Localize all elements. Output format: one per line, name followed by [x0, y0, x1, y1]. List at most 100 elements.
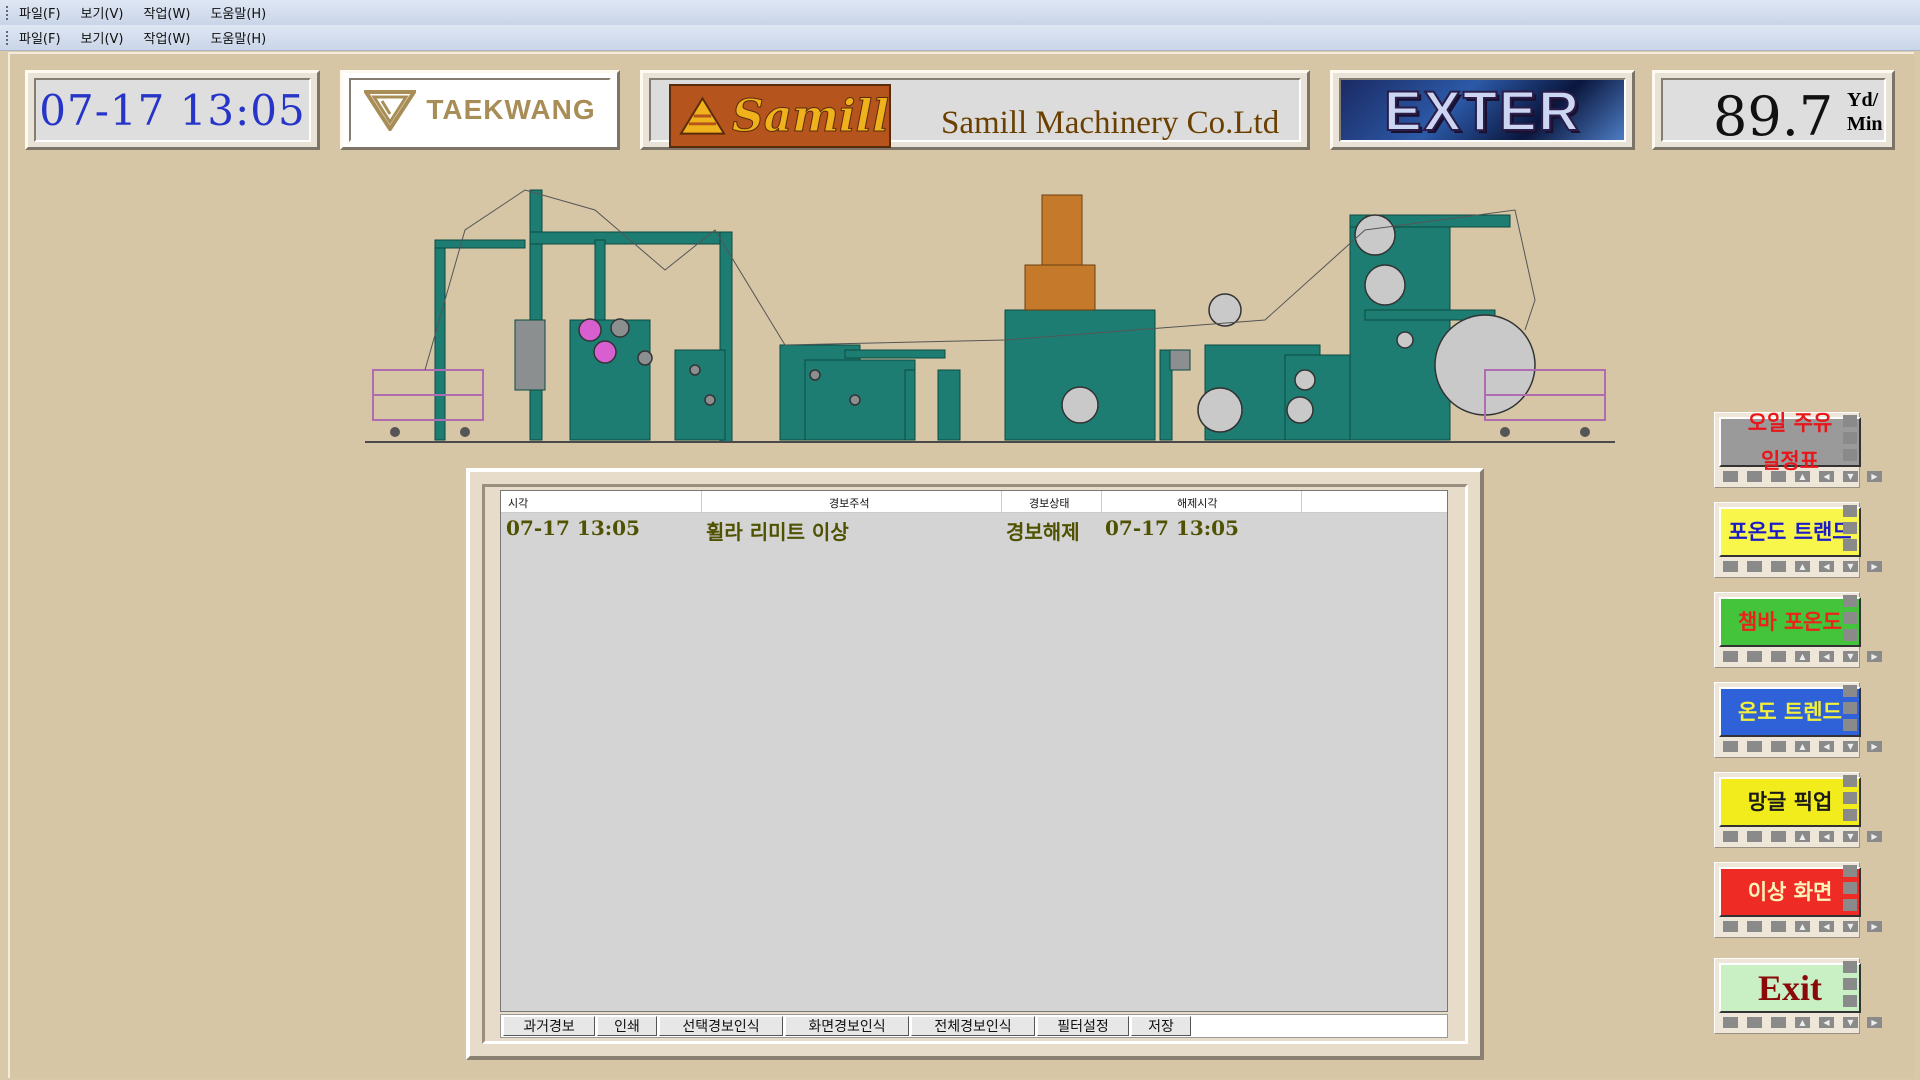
column-time[interactable]: 시각	[508, 495, 528, 511]
alarm-toolbar: 과거경보 인쇄 선택경보인식 화면경보인식 전체경보인식 필터설정 저장	[500, 1014, 1448, 1038]
status-lamp-icon	[1843, 719, 1857, 731]
oil-schedule-button[interactable]: 오일 주유 일정표	[1719, 412, 1861, 471]
indicator-icon: ▶	[1867, 741, 1882, 752]
menu-work[interactable]: 작업(W)	[144, 28, 191, 47]
menu-bar-secondary: 파일(F) 보기(V) 작업(W) 도움말(H)	[0, 25, 1920, 51]
samill-triangle-icon	[679, 96, 726, 135]
filter-settings-button[interactable]: 필터설정	[1037, 1016, 1129, 1036]
side-button-label-2: 일정표	[1761, 448, 1819, 473]
ack-screen-button[interactable]: 화면경보인식	[785, 1016, 909, 1036]
indicator-icon	[1771, 831, 1786, 842]
indicator-icon	[1747, 921, 1762, 932]
side-button-label: 챔바 포온도	[1738, 609, 1842, 634]
fabric-temp-trend-button[interactable]: 포온도 트랜드	[1719, 507, 1861, 557]
menu-help[interactable]: 도움말(H)	[210, 28, 266, 47]
indicator-icon: ▲	[1795, 1017, 1810, 1028]
menu-help[interactable]: 도움말(H)	[210, 3, 266, 22]
samill-logo-text: Samill	[732, 90, 890, 142]
column-comment[interactable]: 경보주석	[829, 495, 869, 511]
status-lamp-icon	[1843, 629, 1857, 641]
column-status[interactable]: 경보상태	[1029, 495, 1069, 511]
indicator-icon: ▲	[1795, 471, 1810, 482]
side-button-group: 온도 트렌드 ▲ ◀ ▼ ▶	[1714, 682, 1882, 758]
menu-view[interactable]: 보기(V)	[81, 3, 124, 22]
toolbar-grip	[6, 30, 11, 45]
status-lamp-icon	[1843, 899, 1857, 911]
side-button-status-lamps	[1843, 685, 1857, 731]
side-button-label: 온도 트렌드	[1738, 699, 1842, 724]
alarm-screen-button[interactable]: 이상 화면	[1719, 867, 1861, 917]
samill-logo-panel: Samill Samill Machinery Co.Ltd	[640, 70, 1310, 150]
save-button[interactable]: 저장	[1131, 1016, 1191, 1036]
indicator-icon	[1771, 741, 1786, 752]
machine-line-diagram	[365, 189, 1615, 443]
temp-trend-button[interactable]: 온도 트렌드	[1719, 687, 1861, 737]
status-lamp-icon	[1843, 961, 1857, 973]
side-button-status-lamps	[1843, 865, 1857, 911]
chamber-fabric-temp-button[interactable]: 챔바 포온도	[1719, 597, 1861, 647]
indicator-icon: ▼	[1843, 741, 1858, 752]
indicator-icon: ▲	[1795, 651, 1810, 662]
menu-view[interactable]: 보기(V)	[81, 28, 124, 47]
side-button-label: Exit	[1757, 967, 1822, 1008]
indicator-icon: ◀	[1819, 921, 1834, 932]
status-lamp-icon	[1843, 595, 1857, 607]
side-button-status-lamps	[1843, 961, 1857, 1007]
status-lamp-icon	[1843, 809, 1857, 821]
status-lamp-icon	[1843, 505, 1857, 517]
indicator-icon	[1723, 831, 1738, 842]
status-lamp-icon	[1843, 449, 1857, 461]
indicator-icon: ▼	[1843, 561, 1858, 572]
column-cleared-time[interactable]: 해제시각	[1177, 495, 1217, 511]
alarm-row[interactable]: 07-17 13:05 휠라 리미트 이상 경보해제 07-17 13:05	[501, 513, 1447, 544]
indicator-icon: ▼	[1843, 651, 1858, 662]
indicator-icon: ▲	[1795, 831, 1810, 842]
indicator-icon	[1723, 1017, 1738, 1028]
menu-bar: 파일(F) 보기(V) 작업(W) 도움말(H)	[0, 0, 1920, 26]
side-button-indicators: ▲ ◀ ▼ ▶	[1723, 831, 1882, 842]
clock-panel: 07-17 13:05	[25, 70, 320, 150]
past-alarms-button[interactable]: 과거경보	[503, 1016, 595, 1036]
indicator-icon	[1771, 651, 1786, 662]
side-button-group: 망글 픽업 ▲ ◀ ▼ ▶	[1714, 772, 1882, 848]
indicator-icon: ▶	[1867, 651, 1882, 662]
indicator-icon: ▲	[1795, 561, 1810, 572]
indicator-icon	[1723, 741, 1738, 752]
indicator-icon: ▶	[1867, 921, 1882, 932]
side-button-label: 이상 화면	[1747, 879, 1833, 904]
side-button-indicators: ▲ ◀ ▼ ▶	[1723, 651, 1882, 662]
alarm-comment: 휠라 리미트 이상	[706, 520, 849, 544]
indicator-icon: ▶	[1867, 1017, 1882, 1028]
side-button-label: 포온도 트랜드	[1728, 519, 1852, 544]
ack-all-button[interactable]: 전체경보인식	[911, 1016, 1035, 1036]
exit-button[interactable]: Exit	[1719, 963, 1861, 1013]
menu-work[interactable]: 작업(W)	[144, 3, 191, 22]
side-button-status-lamps	[1843, 595, 1857, 641]
indicator-icon	[1747, 1017, 1762, 1028]
alarm-list[interactable]: 시각 경보주석 경보상태 해제시각 07-17 13:05 휠라 리미트 이상 …	[500, 490, 1448, 1012]
side-button-group: 포온도 트랜드 ▲ ◀ ▼ ▶	[1714, 502, 1882, 578]
ack-selected-button[interactable]: 선택경보인식	[659, 1016, 783, 1036]
status-lamp-icon	[1843, 612, 1857, 624]
print-button[interactable]: 인쇄	[597, 1016, 657, 1036]
indicator-icon: ◀	[1819, 741, 1834, 752]
speed-unit-top: Yd/	[1847, 89, 1879, 111]
side-button-indicators: ▲ ◀ ▼ ▶	[1723, 1017, 1882, 1028]
indicator-icon: ▲	[1795, 741, 1810, 752]
indicator-icon: ◀	[1819, 561, 1834, 572]
side-button-indicators: ▲ ◀ ▼ ▶	[1723, 471, 1882, 482]
menu-file[interactable]: 파일(F)	[19, 3, 61, 22]
menu-file[interactable]: 파일(F)	[19, 28, 61, 47]
toolbar-grip	[6, 5, 11, 20]
indicator-icon	[1747, 831, 1762, 842]
status-lamp-icon	[1843, 702, 1857, 714]
side-button-label: 망글 픽업	[1747, 789, 1833, 814]
taekwang-logo-text: TAEKWANG	[426, 94, 596, 125]
indicator-icon: ◀	[1819, 651, 1834, 662]
indicator-icon: ▲	[1795, 921, 1810, 932]
side-button-indicators: ▲ ◀ ▼ ▶	[1723, 741, 1882, 752]
mangle-pickup-button[interactable]: 망글 픽업	[1719, 777, 1861, 827]
indicator-icon	[1747, 561, 1762, 572]
alarm-time: 07-17 13:05	[506, 516, 640, 540]
indicator-icon	[1723, 561, 1738, 572]
